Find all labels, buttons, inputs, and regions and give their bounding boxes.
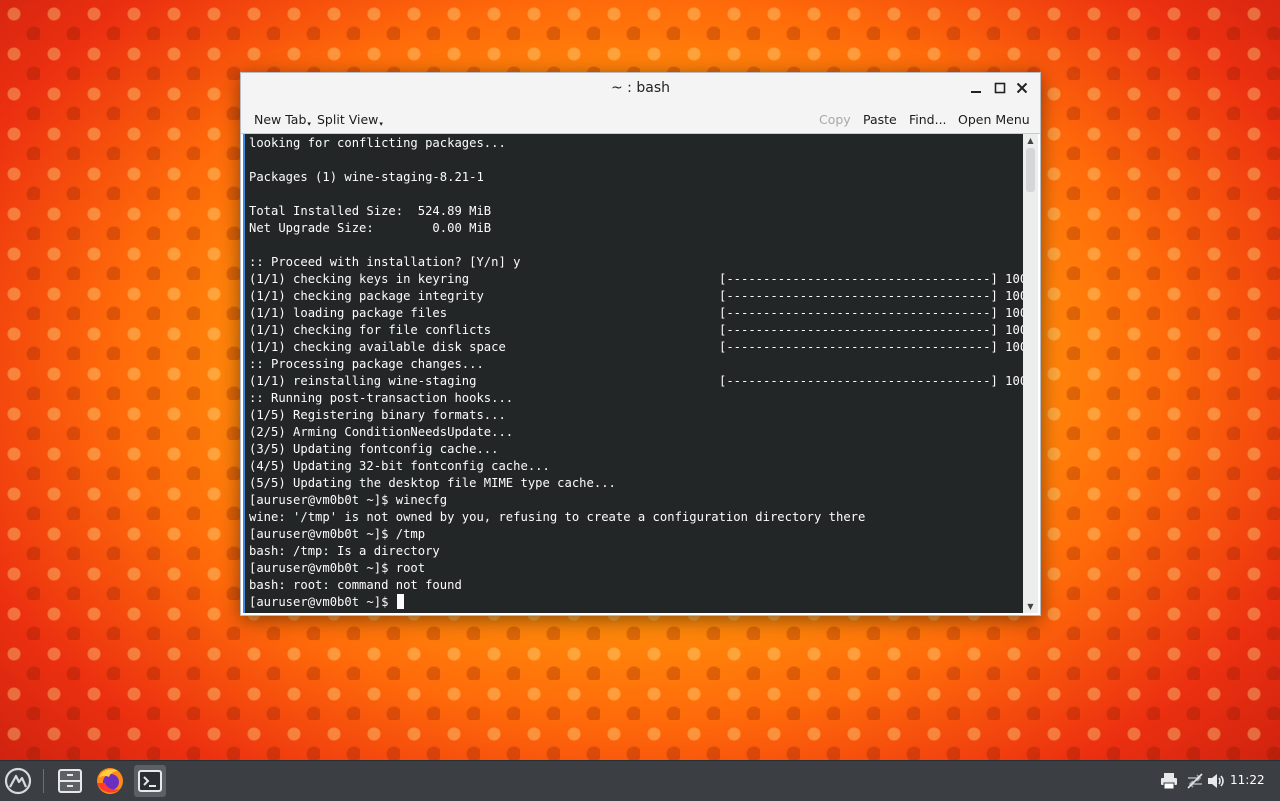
clock[interactable]: 11:22 [1230,773,1265,787]
terminal-line: :: Running post-transaction hooks... [249,391,514,405]
terminal-line: (1/1) reinstalling wine-staging [249,374,477,388]
terminal-line: (1/5) Registering binary formats... [249,408,506,422]
window-title: ~ : bash [611,80,670,96]
terminal-line: bash: /tmp: Is a directory [249,544,440,558]
konsole-window: ~ : bash New Tab▾ Split View▾ Copy Paste… [240,72,1041,616]
find-button[interactable]: Find... [909,112,947,127]
terminal-line: (1/1) checking package integrity [249,289,484,303]
file-manager-icon[interactable] [54,765,86,797]
progress-indicator: [------------------------------------] 1… [719,289,1024,303]
terminal-line: (1/1) checking available disk space [249,340,506,354]
terminal-line: Total Installed Size: 524.89 MiB [249,204,492,218]
taskbar: 11:22 [0,760,1280,801]
terminal-cursor [396,594,404,609]
progress-indicator: [------------------------------------] 1… [719,272,1024,286]
copy-button[interactable]: Copy [819,112,851,127]
vertical-scrollbar[interactable]: ▲ ▼ [1023,134,1038,613]
terminal-line: Net Upgrade Size: 0.00 MiB [249,221,492,235]
close-icon[interactable] [1013,79,1031,97]
chevron-down-icon: ▾ [379,120,383,128]
title-bar[interactable]: ~ : bash [241,73,1040,103]
terminal-line: wine: '/tmp' is not owned by you, refusi… [249,510,866,524]
volume-icon[interactable] [1200,765,1232,797]
progress-indicator: [------------------------------------] 1… [719,340,1024,354]
paste-button[interactable]: Paste [863,112,897,127]
split-view-label: Split View [317,112,379,127]
split-view-button[interactable]: Split View▾ [317,112,383,128]
maximize-icon[interactable] [991,79,1009,97]
terminal-icon[interactable] [134,765,166,797]
progress-indicator: [------------------------------------] 1… [719,306,1024,320]
terminal-line: [auruser@vm0b0t ~]$ /tmp [249,527,426,541]
terminal-line: (1/1) checking for file conflicts [249,323,492,337]
scroll-down-icon[interactable]: ▼ [1023,602,1038,611]
new-tab-button[interactable]: New Tab▾ [254,112,311,128]
taskbar-separator [43,769,44,793]
terminal-line: (2/5) Arming ConditionNeedsUpdate... [249,425,514,439]
new-tab-label: New Tab [254,112,307,127]
scroll-up-icon[interactable]: ▲ [1023,136,1038,145]
progress-indicator: [------------------------------------] 1… [719,374,1024,388]
terminal-line: :: Processing package changes... [249,357,484,371]
terminal-output[interactable]: looking for conflicting packages... Packa… [243,134,1024,613]
minimize-icon[interactable] [967,79,985,97]
progress-indicator: [------------------------------------] 1… [719,323,1024,337]
chevron-down-icon: ▾ [307,120,311,128]
firefox-icon[interactable] [94,765,126,797]
terminal-line: Packages (1) wine-staging-8.21-1 [249,170,484,184]
toolbar: New Tab▾ Split View▾ Copy Paste Find... … [241,103,1040,134]
terminal-line: [auruser@vm0b0t ~]$ winecfg [249,493,448,507]
terminal-line: [auruser@vm0b0t ~]$ [249,594,404,611]
terminal-line: (3/5) Updating fontconfig cache... [249,442,499,456]
terminal-line: :: Proceed with installation? [Y/n] y [249,255,521,269]
endeavouros-launcher-icon[interactable] [2,765,34,797]
terminal-line: [auruser@vm0b0t ~]$ root [249,561,426,575]
terminal-line: bash: root: command not found [249,578,462,592]
terminal-line: (4/5) Updating 32-bit fontconfig cache..… [249,459,550,473]
scrollbar-thumb[interactable] [1026,148,1035,192]
terminal-line: (1/1) checking keys in keyring [249,272,470,286]
terminal-line: (1/1) loading package files [249,306,448,320]
open-menu-button[interactable]: Open Menu [958,112,1030,127]
terminal-line: (5/5) Updating the desktop file MIME typ… [249,476,616,490]
terminal-line: looking for conflicting packages... [249,136,506,150]
